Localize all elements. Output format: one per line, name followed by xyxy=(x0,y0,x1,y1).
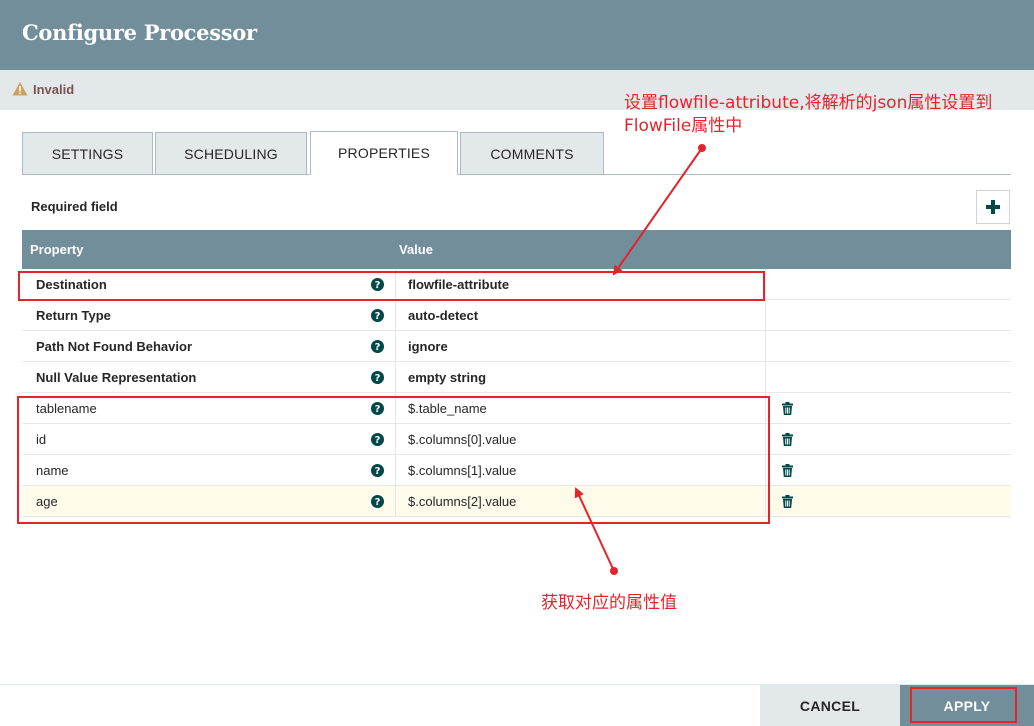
column-divider xyxy=(395,300,396,331)
validation-status-text: Invalid xyxy=(33,82,75,97)
column-divider xyxy=(395,362,396,393)
property-value[interactable]: ignore xyxy=(408,339,448,354)
column-divider xyxy=(765,331,766,362)
column-header-property: Property xyxy=(30,242,84,257)
svg-text:?: ? xyxy=(375,342,381,353)
arrow-bottom-origin xyxy=(610,567,618,575)
table-row[interactable]: Null Value Representation ? empty string xyxy=(22,362,1011,393)
column-divider xyxy=(395,331,396,362)
arrow-top-origin xyxy=(698,144,706,152)
warning-icon xyxy=(12,82,28,96)
tab-properties[interactable]: PROPERTIES xyxy=(310,131,458,175)
dialog-header: Configure Processor xyxy=(0,0,1034,70)
property-name: Path Not Found Behavior xyxy=(36,339,192,354)
destination-highlight-box xyxy=(18,271,765,301)
table-row[interactable]: Return Type ? auto-detect xyxy=(22,300,1011,331)
trash-icon[interactable] xyxy=(782,433,793,446)
property-value[interactable]: empty string xyxy=(408,370,486,385)
dialog-title: Configure Processor xyxy=(22,20,257,45)
help-icon[interactable]: ? xyxy=(371,371,384,384)
annotation-top-note: 设置flowfile-attribute,将解析的json属性设置到FlowFi… xyxy=(624,93,993,136)
column-divider xyxy=(765,269,766,300)
annotation-bottom-note: 获取对应的属性值 xyxy=(541,593,677,613)
tab-scheduling[interactable]: SCHEDULING xyxy=(155,132,307,175)
help-icon[interactable]: ? xyxy=(371,340,384,353)
property-value[interactable]: auto-detect xyxy=(408,308,478,323)
column-divider xyxy=(765,300,766,331)
trash-icon[interactable] xyxy=(782,402,793,415)
property-name: Return Type xyxy=(36,308,111,323)
add-property-button[interactable] xyxy=(976,190,1010,224)
dynamic-properties-highlight-box xyxy=(17,396,770,524)
svg-text:?: ? xyxy=(375,373,381,384)
tab-settings[interactable]: SETTINGS xyxy=(22,132,153,175)
column-divider xyxy=(765,362,766,393)
cancel-button[interactable]: CANCEL xyxy=(760,685,900,726)
column-header-value: Value xyxy=(399,242,433,257)
table-header: Property Value xyxy=(22,230,1011,269)
help-icon[interactable]: ? xyxy=(371,309,384,322)
property-name: Null Value Representation xyxy=(36,370,197,385)
tab-comments[interactable]: COMMENTS xyxy=(460,132,604,175)
trash-icon[interactable] xyxy=(782,495,793,508)
svg-text:?: ? xyxy=(375,311,381,322)
trash-icon[interactable] xyxy=(782,464,793,477)
table-row[interactable]: Path Not Found Behavior ? ignore xyxy=(22,331,1011,362)
required-field-label: Required field xyxy=(31,199,118,214)
apply-highlight-box xyxy=(910,687,1017,723)
plus-icon xyxy=(986,200,1000,214)
